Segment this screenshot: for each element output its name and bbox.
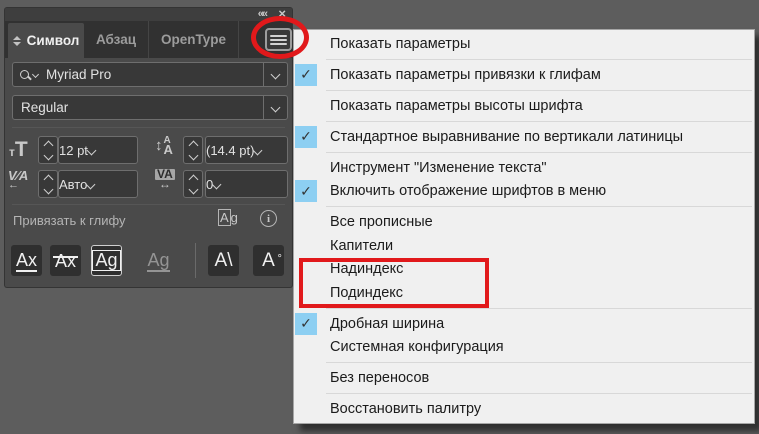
menu-separator: [326, 307, 752, 309]
panel-flyout-menu-button[interactable]: [265, 28, 292, 51]
font-size-stepper[interactable]: [38, 136, 58, 164]
leading-stepper[interactable]: [183, 136, 203, 164]
checkmark-icon: ✓: [295, 312, 317, 335]
chevron-down-icon: [188, 150, 198, 160]
snap-x-height-button[interactable]: Ax: [50, 245, 81, 276]
font-family-dropdown[interactable]: [263, 63, 287, 86]
menu-item-small-caps[interactable]: Капители: [294, 234, 754, 258]
chevron-down-icon: [43, 184, 53, 194]
panel-body: Myriad Pro Regular тT 12 pt ↕ AA (14.4 p…: [5, 58, 292, 287]
chevron-up-icon: [43, 174, 53, 184]
collapse-panel-icon[interactable]: ««: [258, 8, 268, 21]
divider: [195, 243, 196, 278]
font-family-field[interactable]: Myriad Pro: [12, 62, 288, 87]
panel-flyout-menu: Показать параметры ✓ Показать параметры …: [293, 29, 755, 424]
menu-separator: [326, 89, 752, 91]
panel-tabstrip: Символ Абзац OpenType: [5, 21, 292, 58]
snap-glyph-bounds-button[interactable]: Ag: [91, 245, 122, 276]
font-size-dropdown[interactable]: [86, 145, 97, 155]
chevron-down-icon: [43, 150, 53, 160]
snap-to-glyph-label: Привязать к глифу: [13, 213, 126, 228]
search-icon: [20, 70, 29, 79]
font-family-value[interactable]: Myriad Pro: [38, 67, 263, 82]
menu-item-no-break[interactable]: Без переносов: [294, 367, 754, 391]
menu-item-system-layout[interactable]: Системная конфигурация: [294, 336, 754, 360]
chevron-up-icon: [188, 140, 198, 150]
menu-item-standard-vertical-roman-alignment[interactable]: ✓ Стандартное выравнивание по вертикали …: [294, 125, 754, 149]
kerning-value[interactable]: Авто: [59, 177, 87, 192]
chevron-down-icon: [86, 145, 97, 155]
menu-item-show-font-height-options[interactable]: Показать параметры высоты шрифта: [294, 94, 754, 118]
kerning-dropdown[interactable]: [85, 179, 96, 189]
leading-value[interactable]: (14.4 pt): [206, 143, 254, 158]
tracking-icon: VA ↔: [155, 167, 175, 191]
menu-separator: [326, 206, 752, 208]
divider: [12, 127, 285, 128]
chevron-down-icon: [188, 184, 198, 194]
menu-item-show-options[interactable]: Показать параметры: [294, 32, 754, 56]
chevron-down-icon: [252, 145, 263, 155]
font-style-value[interactable]: Regular: [13, 100, 263, 115]
leading-field[interactable]: (14.4 pt): [205, 136, 288, 164]
font-style-dropdown[interactable]: [263, 96, 287, 119]
menu-separator: [326, 151, 752, 153]
checkmark-icon: ✓: [295, 125, 317, 148]
menu-separator: [326, 362, 752, 364]
menu-separator: [326, 120, 752, 122]
tab-paragraph[interactable]: Абзац: [84, 21, 149, 58]
tab-paragraph-label: Абзац: [95, 32, 137, 47]
kerning-stepper[interactable]: [38, 170, 58, 198]
snap-anchor-point-button[interactable]: A °: [253, 245, 284, 276]
menu-item-superscript[interactable]: Надиндекс: [294, 258, 754, 282]
menu-item-fractional-widths[interactable]: ✓ Дробная ширина: [294, 312, 754, 336]
font-size-field[interactable]: 12 pt: [58, 136, 138, 164]
snap-angular-guides-button[interactable]: A\: [208, 245, 239, 276]
panel-titlebar: «« ×: [5, 7, 292, 21]
kerning-field[interactable]: Авто: [58, 170, 138, 198]
tab-opentype[interactable]: OpenType: [149, 21, 239, 58]
tracking-stepper[interactable]: [183, 170, 203, 198]
font-style-field[interactable]: Regular: [12, 95, 288, 120]
close-panel-icon[interactable]: ×: [278, 7, 286, 21]
menu-separator: [326, 58, 752, 60]
tracking-field[interactable]: 0: [205, 170, 288, 198]
tab-character[interactable]: Символ: [8, 23, 84, 58]
panel-cycle-icon[interactable]: [12, 35, 21, 46]
character-panel: «« × Символ Абзац OpenType Myriad Pro Re…: [5, 7, 292, 287]
menu-item-enable-menu-font-preview[interactable]: ✓ Включить отображение шрифтов в меню: [294, 180, 754, 204]
kerning-icon: V∕A ←: [8, 168, 29, 191]
menu-item-reset-panel[interactable]: Восстановить палитру: [294, 398, 754, 422]
glyph-preview-icon[interactable]: Ag: [218, 209, 238, 226]
tab-character-label: Символ: [26, 33, 80, 48]
leading-dropdown[interactable]: [252, 145, 263, 155]
menu-item-touch-type-tool[interactable]: Инструмент "Изменение текста": [294, 156, 754, 180]
menu-item-subscript[interactable]: Подиндекс: [294, 281, 754, 305]
snap-baseline-button[interactable]: Ax: [11, 245, 42, 276]
tracking-dropdown[interactable]: [211, 179, 222, 189]
chevron-down-icon: [85, 179, 96, 189]
divider: [12, 204, 285, 205]
leading-icon: ↕ AA: [155, 135, 173, 157]
tab-opentype-label: OpenType: [160, 32, 226, 47]
chevron-down-icon: [211, 179, 222, 189]
chevron-up-icon: [188, 174, 198, 184]
checkmark-icon: ✓: [295, 63, 317, 86]
checkmark-icon: ✓: [295, 180, 317, 203]
menu-item-show-snap-options[interactable]: ✓ Показать параметры привязки к глифам: [294, 63, 754, 87]
font-size-value[interactable]: 12 pt: [59, 143, 88, 158]
snap-disabled-button: Ag: [147, 249, 170, 272]
chevron-up-icon: [43, 140, 53, 150]
chevron-down-icon: [270, 102, 281, 113]
font-size-icon: тT: [9, 138, 28, 161]
menu-item-all-caps[interactable]: Все прописные: [294, 211, 754, 235]
menu-separator: [326, 393, 752, 395]
info-icon[interactable]: i: [260, 210, 277, 227]
chevron-down-icon: [270, 69, 281, 80]
